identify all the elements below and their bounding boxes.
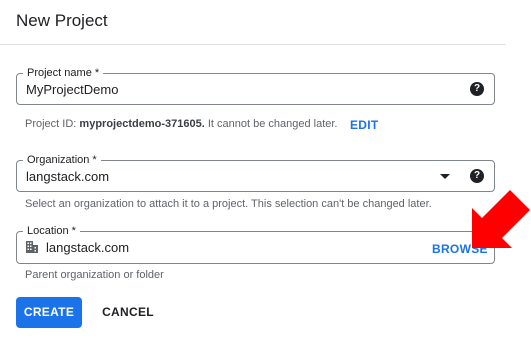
location-label: Location * [23, 224, 80, 238]
project-id-value: myprojectdemo-371605. [79, 118, 205, 130]
project-name-label: Project name * [23, 66, 104, 80]
title-divider [0, 44, 506, 45]
project-name-value[interactable]: MyProjectDemo [26, 82, 118, 97]
edit-link[interactable]: EDIT [350, 118, 379, 132]
project-name-field[interactable]: Project name * MyProjectDemo ? [16, 66, 495, 105]
organization-value[interactable]: langstack.com [26, 169, 109, 184]
project-id-line: Project ID: myprojectdemo-371605. It can… [25, 118, 337, 130]
cancel-button[interactable]: CANCEL [96, 297, 160, 328]
create-button[interactable]: CREATE [16, 297, 82, 328]
help-icon[interactable]: ? [470, 82, 484, 96]
chevron-down-icon[interactable] [440, 174, 450, 179]
project-id-prefix: Project ID: [25, 118, 77, 130]
organization-field[interactable]: Organization * langstack.com ? [16, 153, 495, 192]
annotation-arrow [472, 190, 530, 248]
organization-label: Organization * [23, 153, 101, 167]
dialog-title: New Project [16, 11, 108, 30]
help-icon[interactable]: ? [470, 169, 484, 183]
location-field[interactable]: Location * langstack.com BROWSE [16, 224, 495, 264]
location-helper-text: Parent organization or folder [25, 269, 164, 281]
building-icon [26, 241, 38, 253]
organization-helper-text: Select an organization to attach it to a… [25, 198, 432, 210]
project-id-suffix: It cannot be changed later. [207, 118, 338, 130]
location-value: langstack.com [46, 240, 130, 255]
